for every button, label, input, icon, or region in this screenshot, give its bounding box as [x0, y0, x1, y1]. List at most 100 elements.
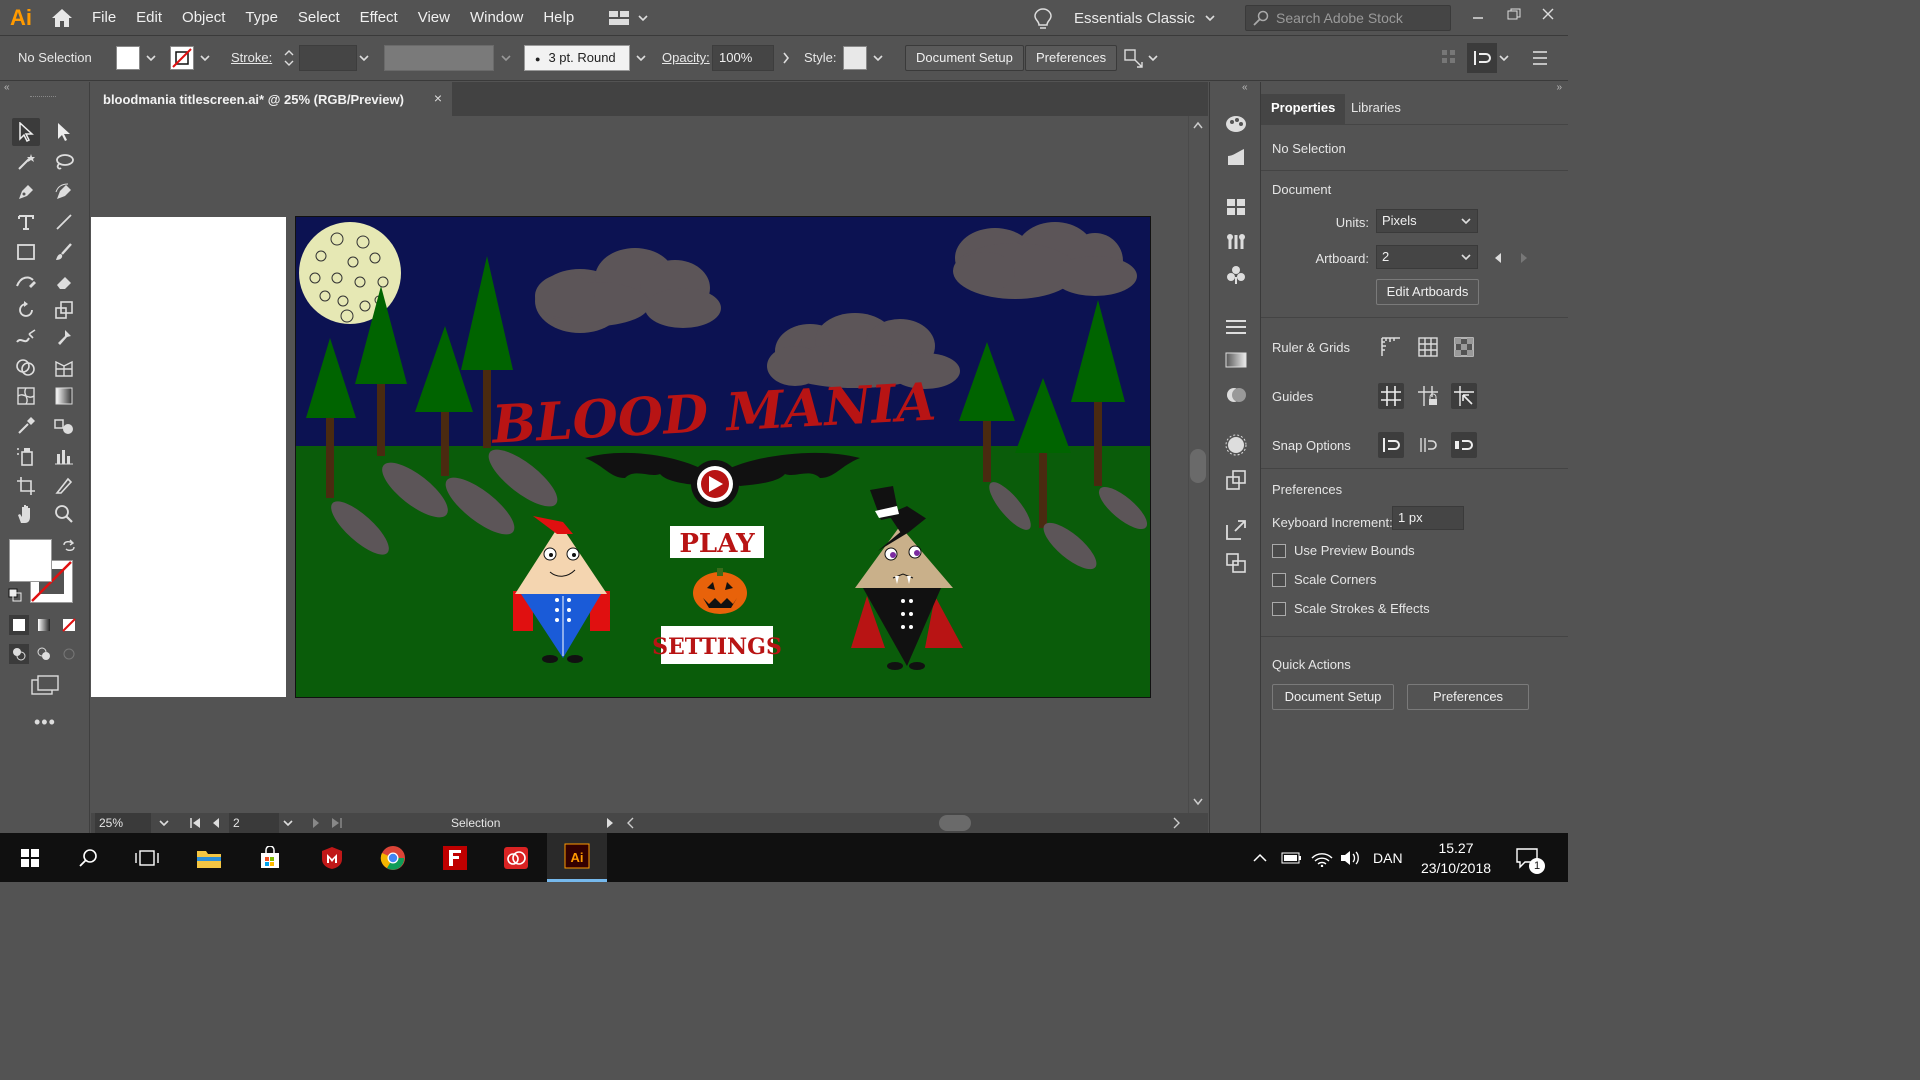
scroll-left-icon[interactable]	[626, 817, 636, 829]
ruler-icon[interactable]	[1378, 334, 1404, 360]
menu-object[interactable]: Object	[172, 0, 235, 36]
stroke-color-dropdown[interactable]	[198, 45, 212, 71]
scale-tool-icon[interactable]	[50, 296, 78, 324]
stroke-weight-stepper[interactable]	[281, 45, 297, 71]
close-window-button[interactable]	[1530, 0, 1566, 28]
snap-dropdown[interactable]	[1497, 45, 1511, 71]
none-mode-button[interactable]	[59, 615, 79, 635]
workspace-switcher[interactable]: Essentials Classic	[1074, 0, 1215, 36]
scale-corners-checkbox[interactable]	[1272, 572, 1286, 587]
rotate-tool-icon[interactable]	[12, 296, 40, 324]
line-segment-tool-icon[interactable]	[50, 208, 78, 236]
zoom-field[interactable]: 25%	[95, 813, 151, 833]
snap-to-pixel-button[interactable]	[1467, 43, 1497, 73]
next-artboard-icon[interactable]	[311, 817, 321, 829]
menu-select[interactable]: Select	[288, 0, 350, 36]
artboard-1[interactable]	[91, 217, 286, 697]
artboard-dropdown-icon[interactable]	[283, 819, 293, 827]
next-artboard-icon[interactable]	[1519, 252, 1529, 264]
draw-normal-button[interactable]	[9, 644, 29, 664]
scroll-down-icon[interactable]	[1192, 798, 1204, 806]
task-view-icon[interactable]	[117, 833, 177, 882]
home-icon[interactable]	[42, 0, 82, 36]
stroke-swatch[interactable]	[170, 46, 194, 70]
windows-start-icon[interactable]	[0, 833, 60, 882]
vertical-scrollbar[interactable]	[1188, 116, 1208, 813]
opacity-field[interactable]: 100%	[712, 45, 774, 71]
menu-edit[interactable]: Edit	[126, 0, 172, 36]
column-graph-tool-icon[interactable]	[50, 442, 78, 470]
previous-artboard-icon[interactable]	[1493, 252, 1503, 264]
graphic-styles-icon[interactable]	[1223, 467, 1249, 493]
stroke-weight-field[interactable]	[299, 45, 357, 71]
lightbulb-icon[interactable]	[1032, 7, 1054, 31]
magic-wand-tool-icon[interactable]	[12, 148, 40, 176]
graphic-style-dropdown[interactable]	[871, 45, 885, 71]
eyedropper-tool-icon[interactable]	[12, 412, 40, 440]
first-artboard-icon[interactable]	[189, 817, 201, 829]
keyboard-increment-field[interactable]: 1 px	[1392, 506, 1464, 530]
snap-to-grid-icon[interactable]	[1415, 432, 1441, 458]
pen-tool-icon[interactable]	[12, 178, 40, 206]
document-tab[interactable]: bloodmania titlescreen.ai* @ 25% (RGB/Pr…	[91, 82, 452, 116]
battery-icon[interactable]	[1281, 833, 1303, 882]
wifi-icon[interactable]	[1311, 833, 1333, 882]
grid-icon[interactable]	[1415, 334, 1441, 360]
illustrator-taskbar-icon[interactable]: Ai	[547, 833, 607, 882]
menu-help[interactable]: Help	[533, 0, 584, 36]
tab-libraries[interactable]: Libraries	[1341, 94, 1411, 124]
transparency-icon[interactable]	[1223, 382, 1249, 408]
artboard-select[interactable]: 2	[1376, 245, 1478, 269]
notifications-button[interactable]: 1	[1515, 833, 1545, 882]
symbol-sprayer-tool-icon[interactable]	[12, 442, 40, 470]
stroke-weight-dropdown[interactable]	[357, 45, 371, 71]
show-guides-icon[interactable]	[1378, 383, 1404, 409]
stroke-panel-icon[interactable]	[1223, 314, 1249, 340]
stock-search-input[interactable]: Search Adobe Stock	[1245, 5, 1451, 31]
mcafee-icon[interactable]	[302, 833, 362, 882]
restore-button[interactable]	[1496, 0, 1532, 28]
minimize-button[interactable]	[1460, 0, 1496, 28]
zoom-tool-icon[interactable]	[50, 500, 78, 528]
change-screen-mode-icon[interactable]	[30, 674, 60, 696]
use-preview-bounds-checkbox[interactable]	[1272, 543, 1286, 558]
mesh-tool-icon[interactable]	[12, 382, 40, 410]
vertical-scroll-thumb[interactable]	[1190, 449, 1206, 483]
brushes-icon[interactable]	[1223, 227, 1249, 253]
menu-type[interactable]: Type	[235, 0, 288, 36]
symbols-icon[interactable]	[1223, 262, 1249, 288]
status-menu-icon[interactable]	[605, 817, 615, 829]
zoom-dropdown-icon[interactable]	[159, 819, 169, 827]
smart-guides-icon[interactable]	[1451, 383, 1477, 409]
opacity-expand[interactable]	[779, 45, 793, 71]
snap-to-point-icon[interactable]	[1451, 432, 1477, 458]
variable-width-profile[interactable]	[384, 45, 494, 71]
collapse-toolbar-icon[interactable]: «	[4, 82, 10, 93]
draw-inside-button[interactable]	[59, 644, 79, 664]
search-icon[interactable]	[58, 833, 118, 882]
artboards-panel-icon[interactable]	[1223, 550, 1249, 576]
scale-corners-row[interactable]: Scale Corners	[1272, 572, 1376, 587]
canvas-area[interactable]: BLOOD MANIA PLAY SETTINGS	[91, 116, 1188, 813]
horizontal-scroll-thumb[interactable]	[939, 815, 971, 831]
use-preview-bounds-row[interactable]: Use Preview Bounds	[1272, 543, 1415, 558]
settings-label[interactable]: SETTINGS	[652, 634, 782, 660]
creative-cloud-icon[interactable]	[486, 833, 546, 882]
menu-effect[interactable]: Effect	[350, 0, 408, 36]
selection-tool-icon[interactable]	[12, 118, 40, 146]
scroll-up-icon[interactable]	[1192, 121, 1204, 129]
graphic-style-swatch[interactable]	[843, 46, 867, 70]
edit-artboards-button[interactable]: Edit Artboards	[1376, 279, 1479, 305]
store-icon[interactable]	[240, 833, 300, 882]
collapse-strip-icon[interactable]: «	[1242, 82, 1248, 93]
brush-dropdown[interactable]	[634, 45, 648, 71]
color-guide-icon[interactable]	[1223, 144, 1249, 170]
shape-builder-tool-icon[interactable]	[12, 354, 40, 382]
hand-tool-icon[interactable]	[12, 500, 40, 528]
previous-artboard-icon[interactable]	[211, 817, 221, 829]
width-tool-icon[interactable]	[12, 324, 40, 352]
rectangle-tool-icon[interactable]	[12, 238, 40, 266]
menu-view[interactable]: View	[408, 0, 460, 36]
expand-panel-icon[interactable]: »	[1556, 82, 1562, 93]
grid-dots-icon[interactable]	[1440, 47, 1458, 69]
